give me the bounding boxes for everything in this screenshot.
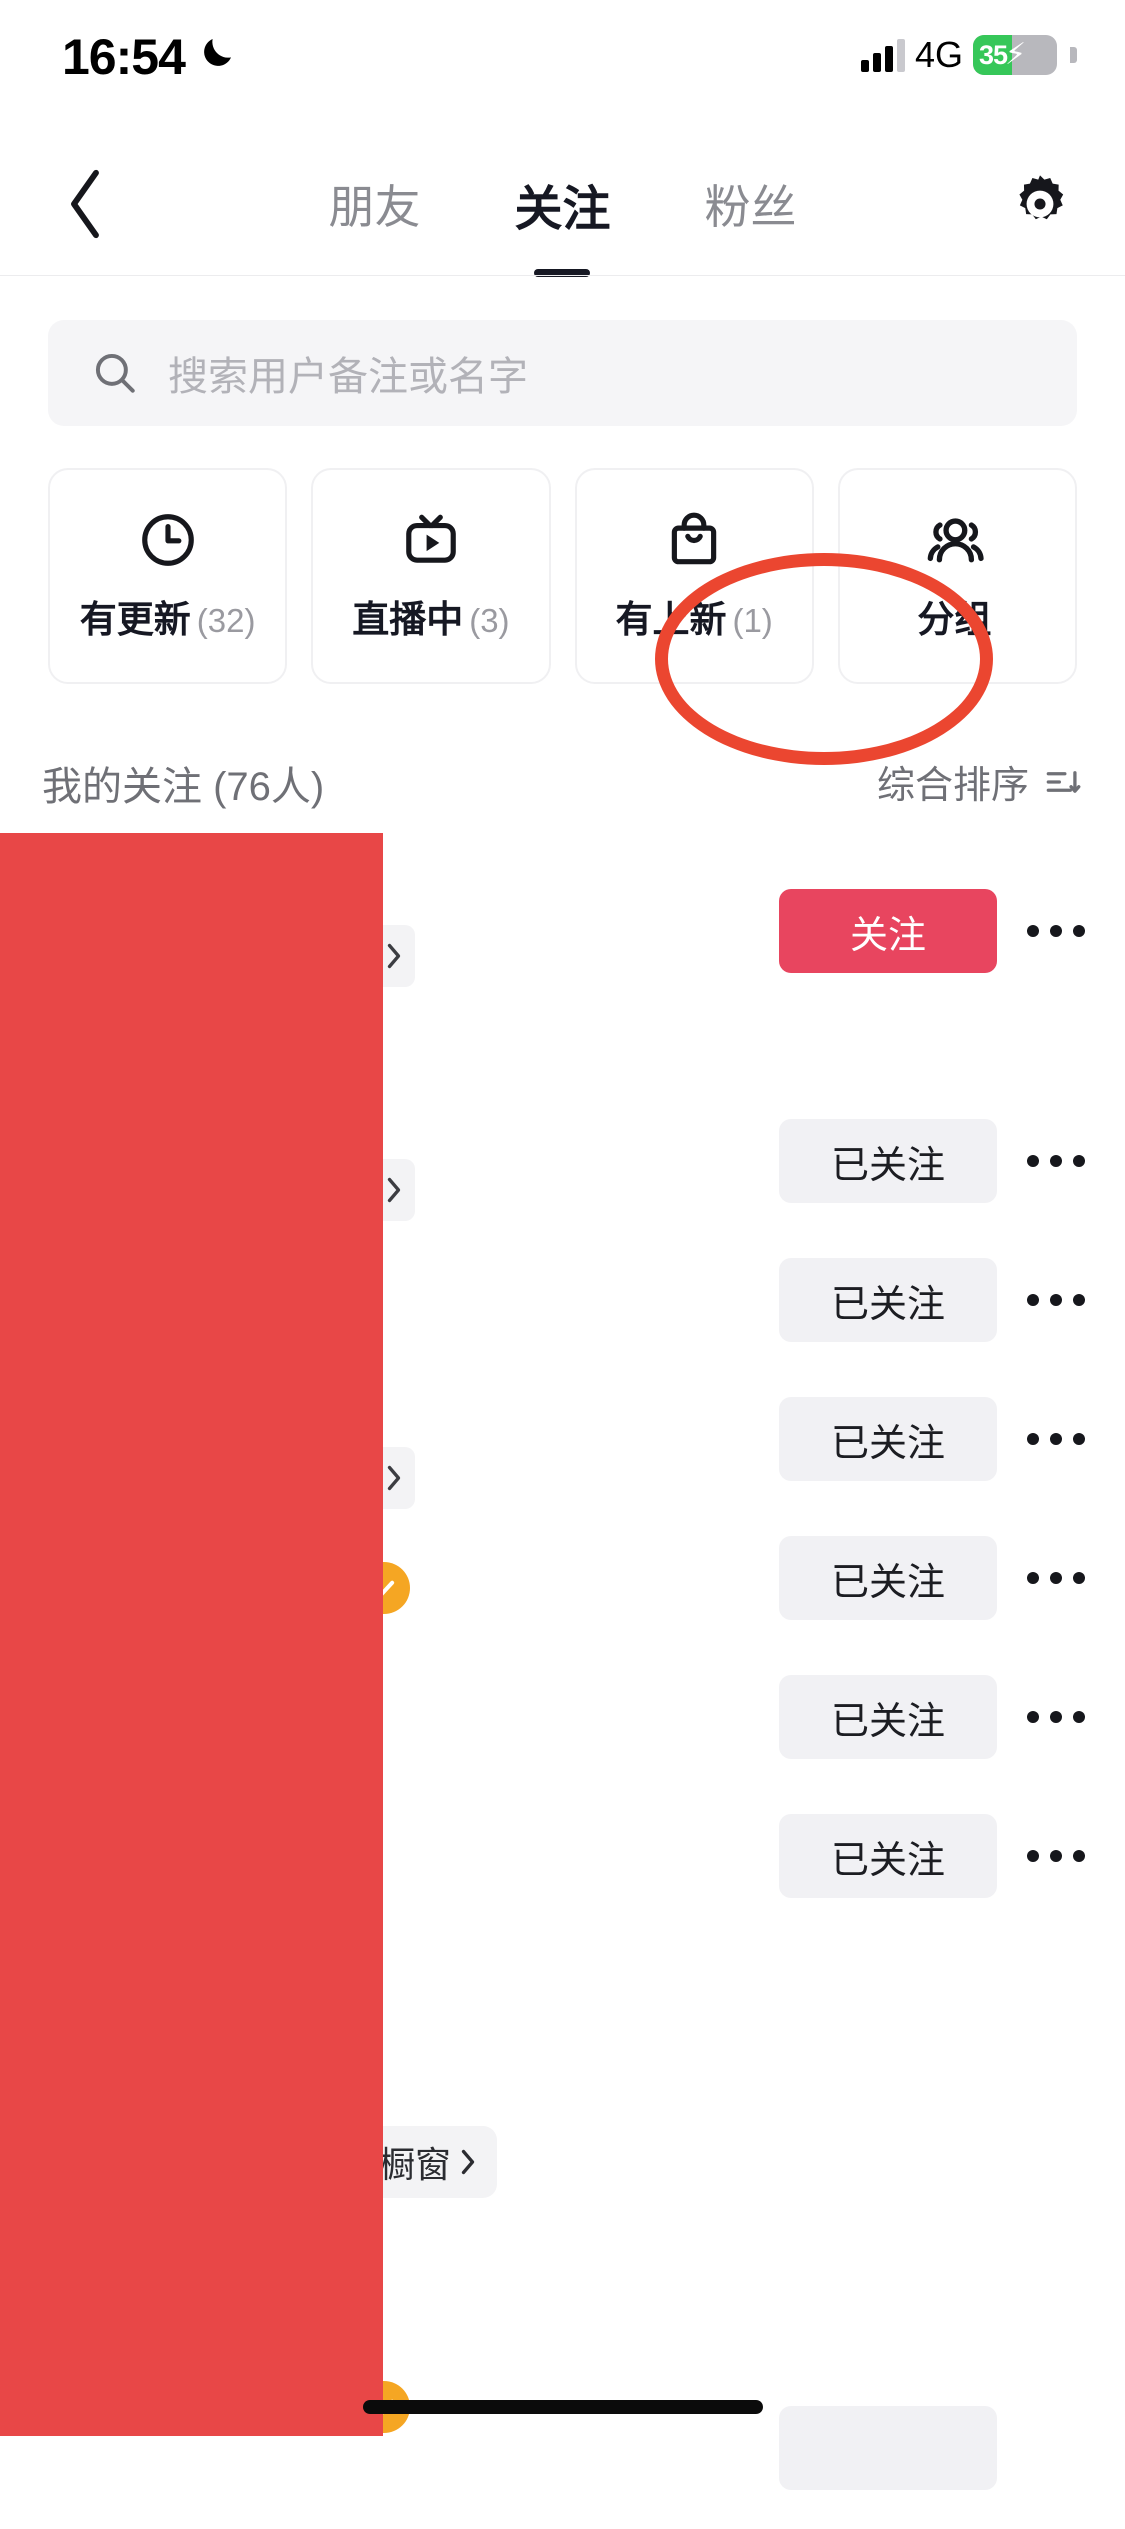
- status-right-cluster: 4G 35 ⚡: [860, 34, 1077, 76]
- more-dots-icon[interactable]: [1019, 1124, 1093, 1198]
- search-bar[interactable]: 搜索用户备注或名字: [48, 320, 1077, 426]
- group-people-icon: [925, 509, 989, 571]
- status-time: 16:54: [62, 29, 186, 85]
- more-dots-icon[interactable]: [1019, 894, 1093, 968]
- more-dots-icon[interactable]: [1019, 1263, 1093, 1337]
- filter-card-groups[interactable]: 分组: [837, 468, 1077, 684]
- status-bar: 16:54 4G 35 ⚡: [0, 0, 1125, 132]
- clock-icon: [137, 509, 199, 571]
- filter-card-live[interactable]: 直播中 (3): [311, 468, 551, 684]
- network-type-label: 4G: [914, 34, 963, 75]
- gear-icon: [1019, 175, 1064, 220]
- navigation-bar: 朋友 关注 粉丝: [0, 132, 1125, 277]
- battery-percent-label: 35: [979, 39, 1008, 70]
- shop-window-badge[interactable]: 橱窗: [373, 2126, 498, 2198]
- battery-icon: 35 ⚡: [973, 35, 1057, 75]
- more-dots-icon[interactable]: [1019, 1680, 1093, 1754]
- filter-card-row: 有更新 (32) 直播中 (3) 有上新 (1) 分组: [48, 468, 1077, 684]
- following-button[interactable]: 已关注: [779, 1258, 997, 1342]
- tab-friends[interactable]: 朋友: [324, 171, 424, 237]
- more-dots-icon[interactable]: [1019, 1402, 1093, 1476]
- filter-card-new-items-label: 有上新 (1): [615, 599, 773, 640]
- chevron-right-icon: [461, 2149, 475, 2175]
- filter-card-new-items[interactable]: 有上新 (1): [574, 468, 814, 684]
- sort-icon: [1046, 770, 1081, 793]
- sort-label: 综合排序: [876, 765, 1029, 807]
- shop-window-label: 橱窗: [379, 2144, 452, 2185]
- following-button[interactable]: [779, 2406, 997, 2490]
- tab-following-label: 关注: [514, 183, 611, 236]
- chevron-right-icon: [387, 1177, 401, 1203]
- tab-fans-label: 粉丝: [704, 181, 797, 233]
- crescent-moon-icon: [204, 39, 231, 66]
- following-button[interactable]: 已关注: [779, 1119, 997, 1203]
- filter-card-updates[interactable]: 有更新 (32): [48, 468, 288, 684]
- section-title: 我的关注 (76人): [42, 765, 325, 809]
- shopping-bag-icon: [663, 509, 725, 571]
- header-divider: [0, 275, 1125, 276]
- lightning-bolt-icon: ⚡: [1005, 38, 1027, 71]
- following-button[interactable]: 已关注: [779, 1397, 997, 1481]
- sort-button[interactable]: 综合排序: [877, 754, 1085, 809]
- search-icon: [95, 353, 135, 393]
- following-button[interactable]: 已关注: [779, 1814, 997, 1898]
- live-tv-icon: [400, 509, 462, 571]
- more-dots-icon[interactable]: [1019, 1819, 1093, 1893]
- tab-bar: 朋友 关注 粉丝: [0, 132, 1125, 277]
- tab-friends-label: 朋友: [328, 181, 421, 233]
- cellular-signal-icon: [860, 38, 905, 72]
- filter-card-groups-label: 分组: [917, 599, 992, 640]
- tab-following[interactable]: 关注: [510, 169, 614, 277]
- settings-button[interactable]: [995, 132, 1085, 276]
- following-button[interactable]: 已关注: [779, 1675, 997, 1759]
- search-input[interactable]: 搜索用户备注或名字: [168, 344, 528, 402]
- following-button[interactable]: 已关注: [779, 1536, 997, 1620]
- list-section-header: 我的关注 (76人) 综合排序: [0, 750, 1125, 834]
- home-indicator: [362, 2400, 763, 2414]
- filter-card-live-label: 直播中 (3): [352, 599, 510, 640]
- chevron-right-icon: [387, 943, 401, 969]
- tab-fans[interactable]: 粉丝: [701, 171, 801, 237]
- filter-card-updates-label: 有更新 (32): [79, 599, 256, 640]
- redaction-overlay: [0, 833, 383, 2436]
- more-dots-icon[interactable]: [1019, 1541, 1093, 1615]
- follow-button[interactable]: 关注: [779, 889, 997, 973]
- battery-tip: [1070, 47, 1077, 63]
